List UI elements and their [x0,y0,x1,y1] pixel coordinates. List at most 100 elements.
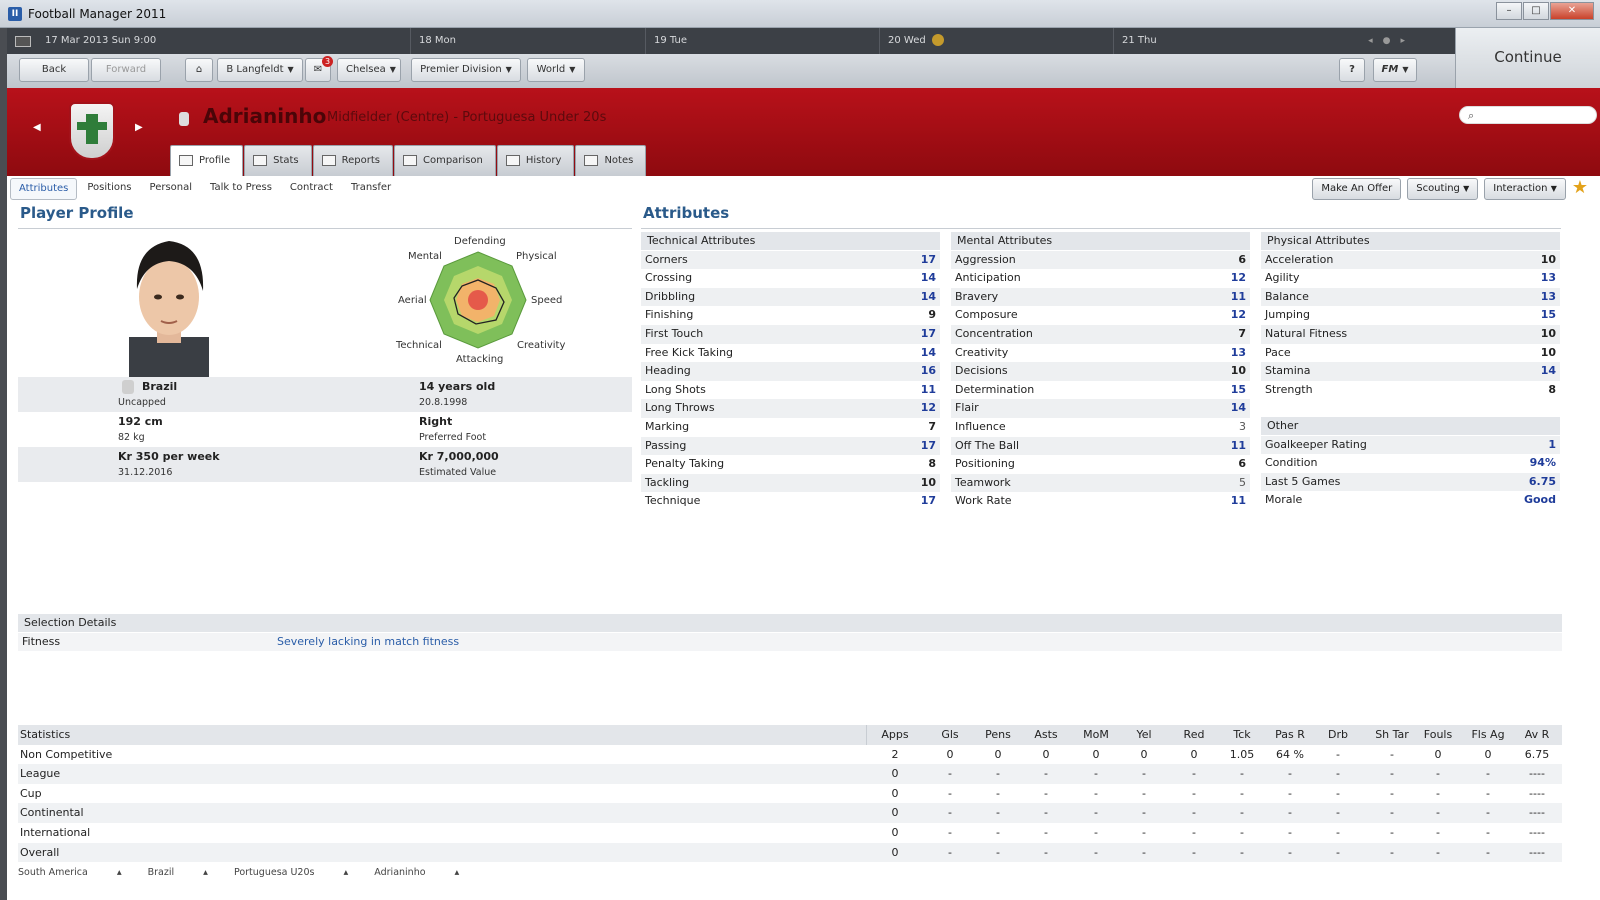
attribute-row[interactable]: Work Rate 11 [951,492,1250,511]
search-input[interactable]: ⌕ [1459,106,1597,124]
attribute-row[interactable]: Natural Fitness 10 [1261,325,1560,344]
calendar-icon[interactable] [15,36,31,47]
tab-history[interactable]: History [496,145,575,176]
attribute-row[interactable]: Concentration 7 [951,325,1250,344]
close-icon[interactable]: ✕ [1550,2,1594,20]
attribute-row[interactable]: Finishing 9 [641,306,940,325]
attribute-row[interactable]: Composure 12 [951,306,1250,325]
breadcrumb-player[interactable]: Adrianinho ▴ [374,867,459,881]
continue-button[interactable]: Continue [1455,28,1600,88]
table-row[interactable]: Overall 0- - - - - - - - - - - - ---- [18,842,1562,863]
stat-cell: 1.05 [1229,747,1255,761]
attribute-row[interactable]: Tackling 10 [641,473,940,493]
subtab-attributes[interactable]: Attributes [10,178,78,200]
attribute-row[interactable]: Free Kick Taking 14 [641,344,940,363]
home-icon[interactable]: ⌂ [185,58,213,82]
fitness-value[interactable]: Severely lacking in match fitness [277,633,459,651]
club-menu[interactable]: Chelsea ▼ [337,58,401,82]
attribute-row[interactable]: Jumping 15 [1261,306,1560,325]
make-offer-button[interactable]: Make An Offer [1312,178,1402,200]
breadcrumb-player-label: Adrianinho [374,867,426,878]
day-18[interactable]: 18 Mon [410,28,645,54]
stat-cell: 0 [1190,747,1198,761]
minimize-icon[interactable]: – [1496,2,1522,20]
scouting-menu[interactable]: Scouting ▼ [1407,178,1479,200]
chevron-down-icon: ▼ [505,65,512,74]
tab-reports[interactable]: Reports [312,145,393,176]
manager-menu[interactable]: B Langfeldt ▼ [217,58,303,82]
info-row-physique: 192 cm 82 kg Right Preferred Foot [18,412,632,447]
attribute-row[interactable]: First Touch 17 [641,325,940,344]
next-arrow-icon[interactable]: ▶ [135,122,143,133]
tab-comparison[interactable]: Comparison [393,145,496,176]
attribute-row[interactable]: Corners 17 [641,250,940,270]
help-button[interactable]: ? [1339,58,1365,82]
attribute-row[interactable]: Crossing 14 [641,269,940,288]
attribute-row[interactable]: Marking 7 [641,418,940,437]
attribute-row[interactable]: Long Throws 12 [641,399,940,418]
attribute-row[interactable]: Pace 10 [1261,344,1560,363]
breadcrumb-nation[interactable]: Brazil ▴ [148,867,208,881]
attribute-row[interactable]: Penalty Taking 8 [641,455,940,474]
table-row[interactable]: International 0- - - - - - - - - - - - ---- [18,823,1562,843]
attribute-row[interactable]: Creativity 13 [951,344,1250,363]
subtab-transfer[interactable]: Transfer [343,178,399,200]
stat-cell: - [948,806,952,820]
attribute-row[interactable]: Goalkeeper Rating 1 [1261,435,1560,455]
prev-arrow-icon[interactable]: ◀ [33,122,41,133]
attribute-row[interactable]: Determination 15 [951,381,1250,400]
attribute-row[interactable]: Condition 94% [1261,454,1560,473]
attribute-row[interactable]: Morale Good [1261,491,1560,510]
subtab-contract[interactable]: Contract [282,178,341,200]
shortlist-star-icon[interactable]: ★ [1572,178,1588,202]
day-19[interactable]: 19 Tue [645,28,879,54]
table-row[interactable]: League 0- - - - - - - - - - - - ---- [18,764,1562,784]
attribute-row[interactable]: Influence 3 [951,418,1250,437]
subtab-positions[interactable]: Positions [79,178,139,200]
attribute-row[interactable]: Anticipation 12 [951,269,1250,288]
attribute-row[interactable]: Aggression 6 [951,250,1250,270]
attribute-row[interactable]: Decisions 10 [951,362,1250,381]
date-nav-arrows[interactable]: ◂●▸ [1368,28,1415,54]
attribute-name: Free Kick Taking [645,345,734,359]
breadcrumb-region[interactable]: South America ▴ [18,867,122,881]
attribute-row[interactable]: Strength 8 [1261,381,1560,400]
attribute-row[interactable]: Bravery 11 [951,287,1250,307]
tab-notes[interactable]: Notes [575,145,647,176]
subtab-personal[interactable]: Personal [142,178,201,200]
league-menu[interactable]: Premier Division ▼ [411,58,521,82]
attribute-row[interactable]: Long Shots 11 [641,381,940,400]
breadcrumb-club[interactable]: Portuguesa U20s ▴ [234,867,348,881]
tab-stats[interactable]: Stats [244,145,312,176]
attribute-row[interactable]: Teamwork 5 [951,473,1250,493]
forward-button[interactable]: Forward [91,58,161,82]
stat-cell: Yel [1136,728,1152,741]
attribute-row[interactable]: Passing 17 [641,436,940,456]
attribute-name: Heading [645,364,691,378]
attribute-row[interactable]: Balance 13 [1261,287,1560,307]
table-row[interactable]: Cup 0- - - - - - - - - - - - ---- [18,784,1562,804]
table-row[interactable]: Continental 0- - - - - - - - - - - - ---- [18,803,1562,823]
day-20[interactable]: 20 Wed [879,28,1113,54]
attribute-row[interactable]: Acceleration 10 [1261,250,1560,270]
tab-profile[interactable]: Profile [170,145,244,176]
attribute-row[interactable]: Technique 17 [641,492,940,511]
day-21[interactable]: 21 Thu [1113,28,1313,54]
attribute-row[interactable]: Last 5 Games 6.75 [1261,472,1560,492]
attribute-row[interactable]: Dribbling 14 [641,287,940,307]
attribute-row[interactable]: Positioning 6 [951,455,1250,474]
subtab-talk-to-press[interactable]: Talk to Press [202,178,280,200]
inbox-icon[interactable]: ✉ 3 [305,56,333,82]
attribute-row[interactable]: Stamina 14 [1261,362,1560,381]
interaction-menu[interactable]: Interaction ▼ [1484,178,1566,200]
attribute-row[interactable]: Off The Ball 11 [951,436,1250,456]
maximize-icon[interactable]: □ [1523,2,1549,20]
attribute-row[interactable]: Agility 13 [1261,269,1560,288]
table-row[interactable]: Non Competitive 2 0 0 0 0 0 0 1.05 64 % - - 0 0 6.75 [18,745,1562,765]
attribute-row[interactable]: Heading 16 [641,362,940,381]
attribute-row[interactable]: Flair 14 [951,399,1250,418]
world-menu[interactable]: World ▼ [527,58,585,82]
back-button[interactable]: Back [19,58,89,82]
fm-menu[interactable]: FM ▼ [1373,58,1417,82]
stat-cell: - [996,845,1000,859]
